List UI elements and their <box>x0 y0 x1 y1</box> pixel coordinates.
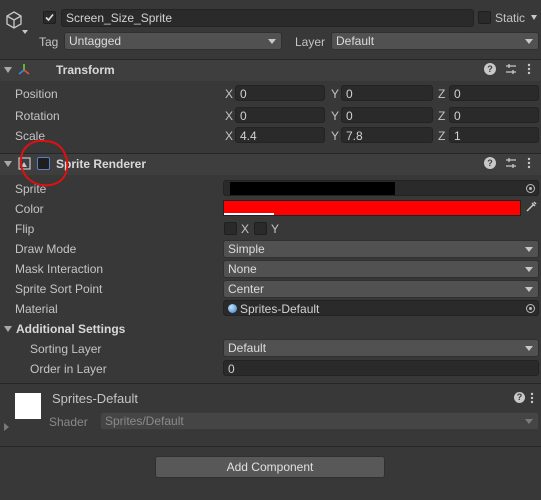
position-z-axis-label[interactable]: Z <box>438 87 445 101</box>
sprite-object-field[interactable] <box>223 180 539 196</box>
object-picker-icon[interactable] <box>526 184 535 193</box>
chevron-down-icon <box>525 267 533 272</box>
color-label: Color <box>15 202 44 216</box>
draw-mode-label: Draw Mode <box>15 242 77 256</box>
layer-value: Default <box>336 34 375 48</box>
static-label: Static <box>495 11 526 25</box>
material-value: Sprites-Default <box>240 302 320 316</box>
icon-dropdown-arrow-icon[interactable] <box>22 30 28 34</box>
material-preview-swatch <box>15 393 41 419</box>
material-label: Material <box>15 302 58 316</box>
flip-y-label: Y <box>271 222 280 236</box>
position-y-axis-label[interactable]: Y <box>331 87 339 101</box>
rotation-y-axis-label[interactable]: Y <box>331 109 339 123</box>
layer-label: Layer <box>295 35 326 49</box>
transform-axes-icon <box>16 62 32 78</box>
material-preview-name: Sprites-Default <box>52 391 138 406</box>
eyedropper-icon[interactable] <box>524 200 538 214</box>
rotation-x-field[interactable]: 0 <box>235 107 325 123</box>
active-checkbox[interactable] <box>43 11 56 24</box>
color-swatch[interactable] <box>223 200 521 216</box>
scale-x-axis-label[interactable]: X <box>225 129 233 143</box>
section-divider <box>0 446 541 447</box>
position-z-field[interactable]: 0 <box>449 85 539 101</box>
scale-y-axis-label[interactable]: Y <box>331 129 339 143</box>
flip-x-checkbox[interactable] <box>224 222 237 235</box>
material-sphere-icon <box>228 304 237 313</box>
mask-interaction-value: None <box>228 262 257 276</box>
tag-label: Tag <box>39 35 59 49</box>
sprite-sort-point-value: Center <box>228 282 265 296</box>
flip-y-checkbox[interactable] <box>254 222 267 235</box>
section-divider <box>0 383 541 384</box>
tag-dropdown[interactable]: Untagged <box>64 32 282 50</box>
alpha-bar <box>224 213 274 215</box>
rotation-z-field[interactable]: 0 <box>449 107 539 123</box>
gameobject-name-input[interactable]: Screen_Size_Sprite <box>61 9 474 27</box>
flip-label: Flip <box>15 222 35 236</box>
tag-value: Untagged <box>69 34 122 48</box>
shader-dropdown[interactable]: Sprites/Default <box>100 412 539 430</box>
sprite-renderer-foldout-icon[interactable] <box>4 161 12 167</box>
chevron-down-icon <box>525 346 533 351</box>
kebab-menu-icon[interactable] <box>527 63 531 75</box>
gameobject-cube-icon[interactable] <box>4 10 24 30</box>
sorting-layer-dropdown[interactable]: Default <box>223 339 539 357</box>
flip-x-label: X <box>241 222 250 236</box>
shader-value: Sprites/Default <box>105 414 184 428</box>
position-label: Position <box>15 87 58 101</box>
rotation-z-axis-label[interactable]: Z <box>438 109 445 123</box>
chevron-down-icon <box>525 419 533 424</box>
chevron-down-icon <box>525 247 533 252</box>
kebab-menu-icon[interactable] <box>530 392 534 404</box>
chevron-down-icon <box>525 39 533 44</box>
draw-mode-value: Simple <box>228 242 265 256</box>
help-icon[interactable]: ? <box>484 63 496 75</box>
scale-z-field[interactable]: 1 <box>449 127 539 143</box>
additional-settings-foldout-icon[interactable] <box>4 326 12 332</box>
scale-z-axis-label[interactable]: Z <box>438 129 445 143</box>
order-in-layer-field[interactable]: 0 <box>223 360 539 376</box>
position-x-axis-label[interactable]: X <box>225 87 233 101</box>
static-dropdown-arrow-icon[interactable] <box>531 15 537 20</box>
position-y-field[interactable]: 0 <box>341 85 433 101</box>
add-component-button[interactable]: Add Component <box>155 456 385 478</box>
kebab-menu-icon[interactable] <box>527 157 531 169</box>
rotation-y-field[interactable]: 0 <box>341 107 433 123</box>
transform-foldout-icon[interactable] <box>4 67 12 73</box>
material-object-field[interactable]: Sprites-Default <box>223 300 539 316</box>
help-icon[interactable]: ? <box>514 392 525 403</box>
draw-mode-dropdown[interactable]: Simple <box>223 240 539 258</box>
sprite-label: Sprite <box>15 182 47 196</box>
rotation-x-axis-label[interactable]: X <box>225 109 233 123</box>
rotation-label: Rotation <box>15 109 60 123</box>
position-x-field[interactable]: 0 <box>235 85 325 101</box>
presets-icon[interactable] <box>505 157 517 169</box>
sprite-sort-point-dropdown[interactable]: Center <box>223 280 539 298</box>
layer-dropdown[interactable]: Default <box>331 32 539 50</box>
material-foldout-icon[interactable] <box>4 423 9 431</box>
presets-icon[interactable] <box>505 63 517 75</box>
scale-y-field[interactable]: 7.8 <box>341 127 433 143</box>
mask-interaction-label: Mask Interaction <box>15 262 104 276</box>
chevron-down-icon <box>525 287 533 292</box>
object-picker-icon[interactable] <box>526 304 535 313</box>
redaction-bar <box>230 182 395 195</box>
sorting-layer-label: Sorting Layer <box>30 342 102 356</box>
chevron-down-icon <box>268 39 276 44</box>
sprite-sort-point-label: Sprite Sort Point <box>15 282 103 296</box>
help-icon[interactable]: ? <box>484 157 496 169</box>
checkmark-icon <box>45 13 54 22</box>
shader-label: Shader <box>49 415 88 429</box>
order-in-layer-label: Order in Layer <box>30 362 107 376</box>
mask-interaction-dropdown[interactable]: None <box>223 260 539 278</box>
static-checkbox[interactable] <box>478 11 491 24</box>
additional-settings-title[interactable]: Additional Settings <box>16 322 125 336</box>
scale-x-field[interactable]: 4.4 <box>235 127 325 143</box>
transform-title: Transform <box>56 63 115 77</box>
sorting-layer-value: Default <box>228 341 267 355</box>
